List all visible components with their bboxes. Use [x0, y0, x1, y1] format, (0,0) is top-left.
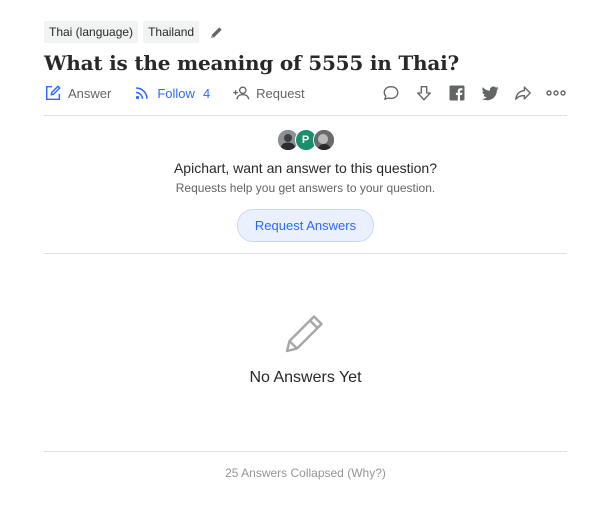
follow-button[interactable]: Follow 4: [133, 84, 210, 102]
topic-list: Thai (language) Thailand: [44, 21, 567, 43]
downvote-icon[interactable]: [413, 82, 435, 104]
suggested-avatars: P: [44, 129, 567, 151]
request-person-icon: [233, 86, 250, 100]
topic-chip[interactable]: Thai (language): [44, 21, 139, 43]
pencil-square-icon: [45, 85, 61, 101]
request-subprompt: Requests help you get answers to your qu…: [175, 181, 436, 195]
no-answers-text: No Answers Yet: [249, 369, 362, 386]
more-options-icon[interactable]: [545, 82, 567, 104]
topic-chip[interactable]: Thailand: [143, 21, 200, 43]
answer-label: Answer: [68, 85, 112, 101]
question-page: Thai (language) Thailand What is the mea…: [44, 21, 567, 480]
comment-icon[interactable]: [380, 82, 402, 104]
follow-count: 4: [202, 85, 211, 101]
facebook-icon[interactable]: [446, 82, 468, 104]
pencil-icon: [285, 315, 323, 353]
action-bar: Answer Follow 4 Request: [44, 80, 567, 106]
request-label: Request: [256, 85, 305, 101]
request-button[interactable]: Request: [232, 84, 305, 102]
empty-state: No Answers Yet: [44, 254, 567, 451]
question-title[interactable]: What is the meaning of 5555 in Thai?: [44, 49, 567, 77]
edit-topics-pencil-icon[interactable]: [208, 24, 224, 40]
answer-button[interactable]: Answer: [44, 84, 111, 102]
share-icon[interactable]: [512, 82, 534, 104]
request-answers-panel: P Apichart, want an answer to this quest…: [44, 116, 567, 253]
request-answers-button[interactable]: Request Answers: [236, 209, 375, 242]
avatar[interactable]: [312, 129, 335, 151]
rss-icon: [136, 87, 149, 100]
collapsed-answers-link[interactable]: 25 Answers Collapsed (Why?): [44, 452, 567, 480]
twitter-icon[interactable]: [479, 82, 501, 104]
avatar-letter: P: [301, 134, 310, 146]
follow-label: Follow: [157, 85, 195, 101]
secondary-actions: [369, 80, 567, 106]
request-prompt: Apichart, want an answer to this questio…: [173, 160, 438, 176]
